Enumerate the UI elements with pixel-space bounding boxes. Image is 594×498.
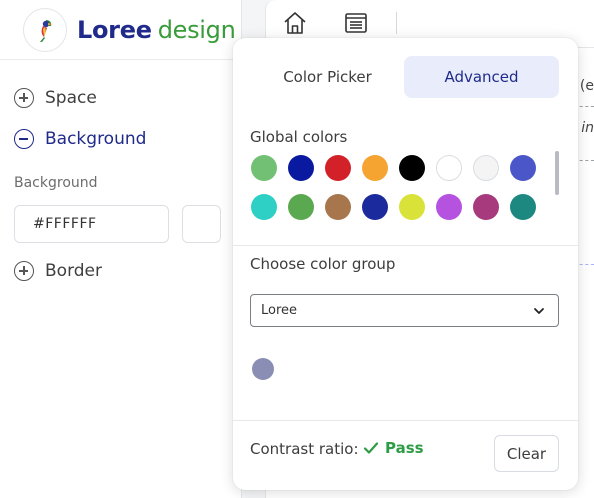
background-color-swatch[interactable] (182, 205, 221, 243)
chevron-down-icon (532, 304, 546, 318)
global-color-swatch[interactable] (362, 194, 388, 220)
color-group-value: Loree (261, 303, 298, 318)
global-color-swatch[interactable] (288, 194, 314, 220)
minus-circle-icon (14, 129, 34, 149)
accordion-space[interactable]: Space (14, 88, 97, 108)
divider (233, 420, 578, 421)
choose-color-group-title: Choose color group (250, 255, 396, 273)
plus-circle-icon (14, 261, 34, 281)
canvas-text-fragment-2: in (581, 120, 594, 136)
global-color-swatch[interactable] (362, 155, 388, 181)
global-color-swatch[interactable] (510, 194, 536, 220)
global-color-swatch[interactable] (325, 194, 351, 220)
background-field-label: Background (14, 175, 98, 191)
contrast-ratio-label: Contrast ratio: (250, 440, 359, 458)
accordion-border-label: Border (45, 261, 102, 281)
color-tabs: Color Picker Advanced (233, 38, 578, 114)
divider (233, 245, 578, 246)
global-colors-scrollbar[interactable] (555, 151, 559, 195)
global-colors-title: Global colors (250, 128, 348, 146)
brand-word-1: Loree (77, 15, 152, 44)
global-color-swatch[interactable] (473, 155, 499, 181)
logo-bar: Loree design (0, 0, 241, 60)
contrast-result: Pass (385, 439, 424, 457)
parrot-logo-icon (23, 7, 67, 52)
left-sidebar: Loree design Space Background Background … (0, 0, 242, 498)
global-color-swatch[interactable] (399, 194, 425, 220)
plus-circle-icon (14, 88, 34, 108)
global-color-swatch[interactable] (436, 194, 462, 220)
accordion-background-label: Background (45, 129, 147, 149)
accordion-space-label: Space (45, 88, 97, 108)
check-icon (363, 442, 379, 454)
background-hex-input[interactable] (14, 205, 169, 243)
global-color-swatch[interactable] (473, 194, 499, 220)
global-color-swatch[interactable] (251, 194, 277, 220)
canvas-text-fragment-1: (e (579, 78, 594, 94)
tab-color-picker[interactable]: Color Picker (250, 56, 405, 98)
global-color-swatch[interactable] (288, 155, 314, 181)
brand-name: Loree design (77, 16, 236, 44)
toolbar-separator (396, 12, 397, 34)
global-color-swatch[interactable] (436, 155, 462, 181)
global-color-swatch[interactable] (399, 155, 425, 181)
brand-word-2: design (157, 15, 236, 44)
contrast-status: Pass (363, 439, 424, 457)
accordion-background[interactable]: Background (14, 129, 146, 149)
home-icon[interactable] (282, 10, 308, 36)
tab-advanced[interactable]: Advanced (404, 56, 559, 98)
layout-icon[interactable] (343, 10, 369, 36)
accordion-border[interactable]: Border (14, 261, 102, 281)
global-color-swatch[interactable] (325, 155, 351, 181)
global-color-swatch[interactable] (510, 155, 536, 181)
color-group-select[interactable]: Loree (250, 294, 559, 327)
clear-button[interactable]: Clear (494, 435, 559, 472)
color-popover: Color Picker Advanced Global colors Choo… (233, 38, 578, 490)
group-color-swatch[interactable] (252, 358, 274, 380)
global-color-swatch[interactable] (251, 155, 277, 181)
